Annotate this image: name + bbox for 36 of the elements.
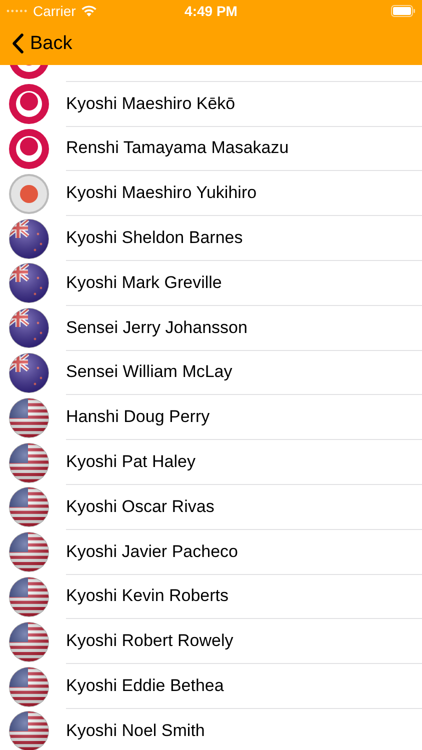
- person-name[interactable]: Kyoshi Mark Greville: [66, 272, 222, 293]
- chevron-icon: [12, 33, 24, 54]
- person-name[interactable]: Kyoshi Pat Haley: [66, 452, 196, 472]
- person-name[interactable]: Sensei Jerry Johansson: [66, 318, 248, 338]
- stripe-flag-icon: [8, 531, 50, 574]
- star-flag-icon: [8, 262, 50, 304]
- carrier-label: Carrier: [33, 3, 76, 19]
- stripe-flag-icon: [8, 620, 50, 663]
- stripe-flag-icon: [8, 666, 50, 708]
- stripe-flag-icon: [8, 396, 50, 439]
- star-flag-icon: [8, 307, 50, 350]
- person-name[interactable]: Kyoshi Oscar Rivas: [66, 496, 214, 517]
- person-name[interactable]: Kyoshi Kevin Roberts: [66, 586, 229, 606]
- star-flag-icon: [8, 352, 50, 394]
- clock-label: 4:49 PM: [184, 3, 238, 19]
- stripe-flag-icon: [8, 486, 50, 528]
- person-name[interactable]: Kyoshi Noel Smith: [66, 720, 205, 741]
- person-name[interactable]: Kyoshi Maeshiro Yukihiro: [66, 183, 257, 204]
- back-button[interactable]: Back: [12, 32, 72, 54]
- person-name[interactable]: Kyoshi Javier Pacheco: [66, 542, 238, 562]
- star-flag-icon: [8, 218, 50, 260]
- person-name[interactable]: Kyoshi Robert Rowely: [66, 631, 234, 652]
- signal-icon: [6, 9, 28, 13]
- battery-icon: [391, 5, 416, 17]
- ring-flag-icon: [8, 128, 50, 170]
- stripe-flag-icon: [8, 442, 50, 484]
- person-name[interactable]: Renshi Tamayama Masakazu: [66, 138, 289, 158]
- wifi-icon: [80, 5, 97, 17]
- person-name[interactable]: Kyoshi Sheldon Barnes: [66, 228, 243, 248]
- stripe-flag-icon: [8, 576, 50, 618]
- person-name[interactable]: Sensei William McLay: [66, 362, 232, 382]
- ring-flag-icon: [8, 83, 50, 126]
- person-name[interactable]: Hanshi Doug Perry: [66, 407, 210, 428]
- person-name[interactable]: Kyoshi Eddie Bethea: [66, 676, 224, 696]
- person-name[interactable]: Kyoshi Maeshiro Kēkō: [66, 94, 236, 114]
- dot-flag-icon: [8, 172, 50, 215]
